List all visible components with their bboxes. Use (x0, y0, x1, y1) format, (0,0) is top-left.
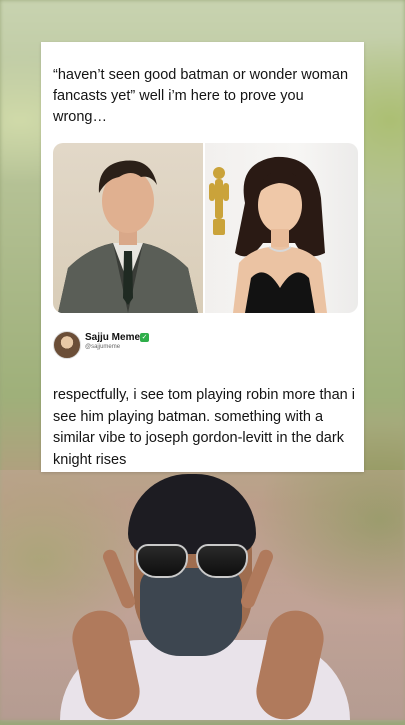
photo-collage[interactable] (53, 143, 358, 313)
face-mask (140, 568, 242, 656)
right-lens (196, 544, 248, 578)
post-card: “haven’t seen good batman or wonder woma… (41, 42, 364, 472)
account-handle[interactable]: @sajjumeme (85, 344, 120, 350)
quote-text: “haven’t seen good batman or wonder woma… (53, 67, 349, 125)
account-name[interactable]: Sajju Meme (85, 332, 140, 343)
portrait-woman-icon (209, 156, 327, 313)
left-lens (136, 544, 188, 578)
avatar[interactable] (53, 331, 81, 359)
portrait-man-icon (58, 160, 198, 313)
reply-text: respectfully, i see tom playing robin mo… (53, 387, 355, 468)
portrait-woman-photo[interactable] (205, 143, 358, 313)
verified-check-icon: ✓ (140, 333, 149, 342)
sunglasses-icon (132, 542, 250, 578)
portrait-man-photo[interactable] (53, 143, 203, 313)
presenter-person (0, 470, 405, 725)
reply-author[interactable]: Sajju Meme ✓ @sajjumeme (53, 331, 353, 361)
